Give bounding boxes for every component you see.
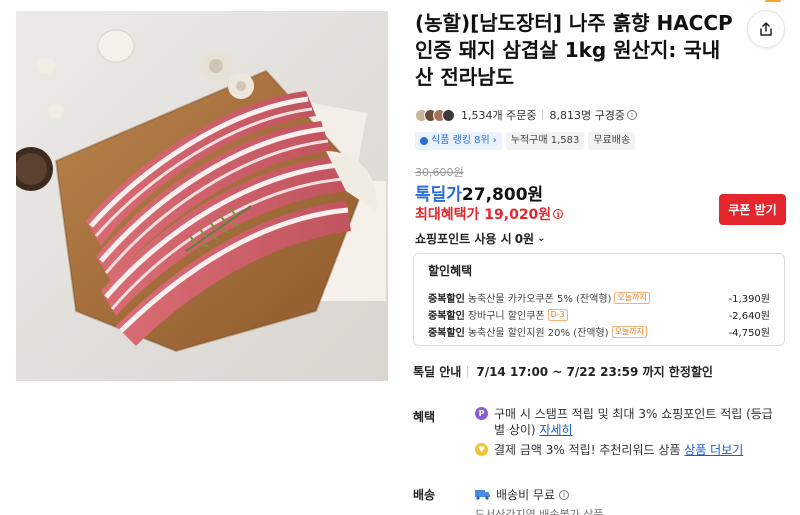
discount-row: 중복할인 농축산물 할인지원 20% (잔액형) 오늘까지 -4,750원 — [428, 323, 770, 340]
discount-amount: -4,750원 — [728, 328, 770, 339]
points-value: 0원 — [514, 232, 535, 246]
discount-tag: 오늘까지 — [614, 291, 650, 304]
benefit-text: 구매 시 스탬프 적립 및 최대 3% 쇼핑포인트 적립 (등급별 상이) 자세… — [494, 406, 775, 438]
deal-notice-text: 7/14 17:00 ~ 7/22 23:59 까지 한정할인 — [476, 365, 713, 379]
free-shipping-chip: 무료배송 — [588, 132, 636, 150]
truck-icon — [475, 490, 490, 500]
viewer-count: 8,813명 구경중 — [549, 109, 625, 122]
discount-kind: 중복할인 — [428, 294, 465, 305]
discount-kind: 중복할인 — [428, 311, 465, 322]
pork-belly-photo — [16, 11, 388, 381]
share-indicator — [765, 0, 781, 2]
product-info-panel: (농할)[남도장터] 나주 흙향 HACCP인증 돼지 삼겹살 1kg 원산지:… — [413, 0, 800, 515]
discount-amount: -1,390원 — [728, 294, 770, 305]
share-icon — [760, 22, 772, 36]
points-label: 쇼핑포인트 사용 시 — [415, 232, 512, 246]
more-products-link[interactable]: 상품 더보기 — [684, 443, 743, 457]
benefit-item-points: P 구매 시 스탬프 적립 및 최대 3% 쇼핑포인트 적립 (등급별 상이) … — [475, 406, 775, 438]
share-button[interactable] — [747, 10, 785, 48]
benefit-text: 결제 금액 3% 적립! 추천리워드 상품 상품 더보기 — [494, 442, 743, 458]
points-icon: P — [475, 407, 488, 420]
details-link[interactable]: 자세히 — [539, 423, 572, 437]
shipping-text: 배송비 무료 — [496, 488, 556, 502]
deal-price-value: 27,800원 — [461, 185, 544, 205]
shopping-points[interactable]: 쇼핑포인트 사용 시 0원 ⌄ — [415, 230, 545, 247]
discount-desc: 장바구니 할인쿠폰 — [467, 311, 545, 322]
deal-price: 톡딜가27,800원 — [415, 180, 543, 205]
order-count: 1,534개 주문중 — [461, 109, 537, 122]
info-icon[interactable]: i — [626, 110, 637, 120]
original-price: 30,600원 — [415, 166, 464, 179]
shipping-subtext: 도서산간지역 배송불가 상품 — [475, 508, 604, 515]
product-title: (농할)[남도장터] 나주 흙향 HACCP인증 돼지 삼겹살 1kg 원산지:… — [415, 11, 733, 89]
chevron-down-icon: ⌄ — [537, 233, 546, 244]
deal-notice: 톡딜 안내 7/14 17:00 ~ 7/22 23:59 까지 한정할인 — [413, 363, 713, 380]
max-benefit-price: 최대혜택가 19,020원 i — [415, 204, 564, 224]
info-icon[interactable]: i — [559, 489, 570, 500]
discount-amount: -2,640원 — [728, 311, 770, 322]
deal-notice-label: 톡딜 안내 — [413, 365, 462, 379]
discount-row: 중복할인 장바구니 할인쿠폰 D-3 -2,640원 — [428, 306, 770, 323]
discount-kind: 중복할인 — [428, 328, 465, 339]
max-benefit-label: 최대혜택가 19,020원 — [415, 207, 552, 223]
benefit-desc: 결제 금액 3% 적립! 추천리워드 상품 — [494, 443, 681, 457]
buyer-avatars — [415, 108, 455, 122]
ranking-icon — [420, 137, 428, 145]
reward-icon: ♥ — [475, 443, 488, 456]
discount-tag: D-3 — [547, 308, 568, 321]
divider — [542, 110, 544, 120]
discount-benefits-box: 할인혜택 중복할인 농축산물 카카오쿠폰 5% (잔액형) 오늘까지 -1,39… — [413, 253, 785, 346]
benefit-item-reward: ♥ 결제 금액 3% 적립! 추천리워드 상품 상품 더보기 — [475, 442, 775, 458]
discount-desc: 농축산물 카카오쿠폰 5% (잔액형) — [467, 294, 612, 305]
product-chips: 식품 랭킹 8위 › 누적구매 1,583 무료배송 — [415, 132, 636, 150]
chevron-right-icon: › — [492, 135, 497, 146]
discount-title: 할인혜택 — [428, 264, 473, 278]
ranking-chip[interactable]: 식품 랭킹 8위 › — [415, 132, 502, 150]
ranking-label: 식품 랭킹 8위 — [431, 135, 490, 146]
info-icon[interactable]: i — [553, 209, 564, 219]
discount-tag: 오늘까지 — [611, 325, 648, 338]
product-image[interactable] — [16, 11, 388, 381]
get-coupon-button[interactable]: 쿠폰 받기 — [719, 194, 786, 225]
shipping-label: 배송 — [413, 488, 436, 502]
cumulative-purchase-chip: 누적구매 1,583 — [505, 132, 585, 150]
avatar — [442, 108, 455, 122]
divider — [467, 366, 469, 377]
benefits-label: 혜택 — [413, 410, 436, 424]
product-stats: 1,534개 주문중 8,813명 구경중 i — [415, 107, 637, 123]
benefit-desc: 구매 시 스탬프 적립 및 최대 3% 쇼핑포인트 적립 (등급별 상이) — [494, 407, 773, 437]
discount-desc: 농축산물 할인지원 20% (잔액형) — [467, 328, 609, 339]
deal-price-label: 톡딜가 — [415, 185, 462, 205]
shipping-info: 배송비 무료 i — [475, 486, 570, 503]
discount-row: 중복할인 농축산물 카카오쿠폰 5% (잔액형) 오늘까지 -1,390원 — [428, 289, 770, 306]
